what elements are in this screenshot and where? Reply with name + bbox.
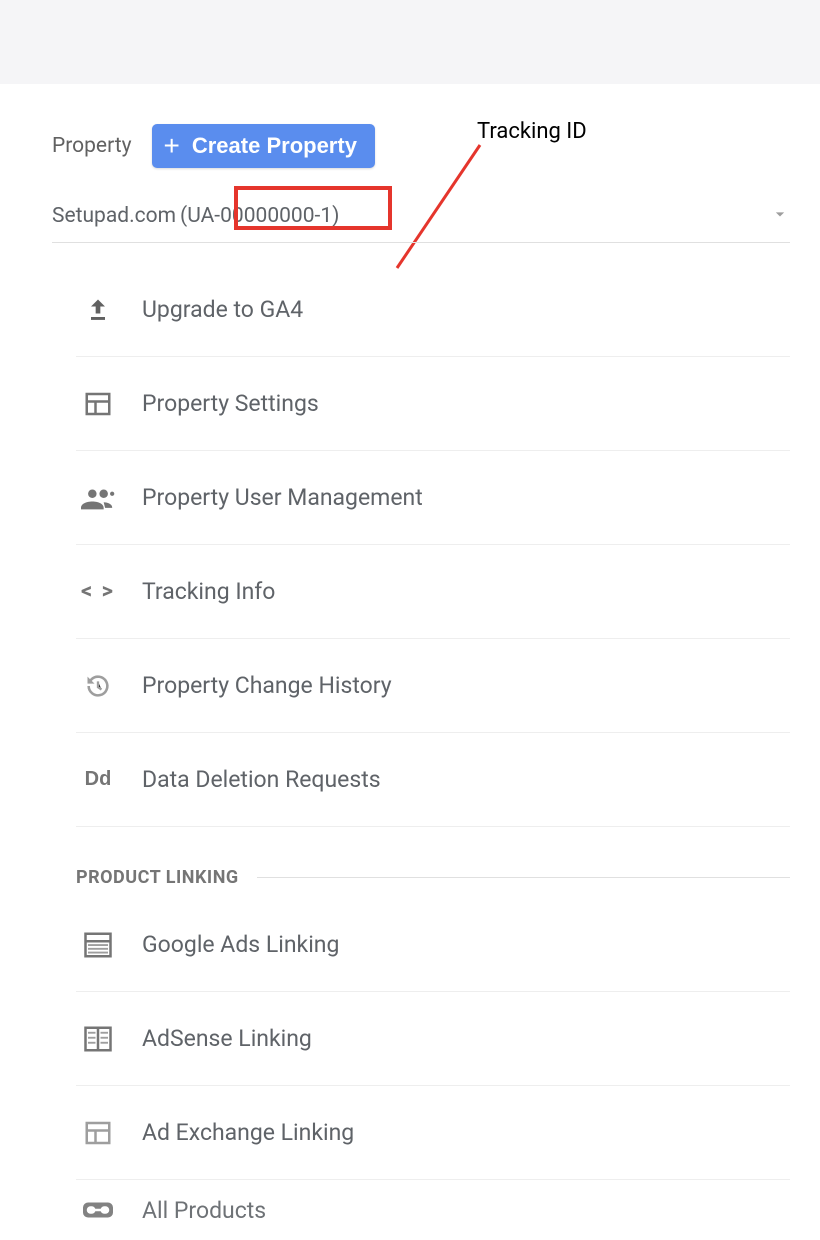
property-label: Property: [52, 134, 132, 158]
menu-tracking-info[interactable]: < > Tracking Info: [76, 545, 790, 639]
menu-adexchange-linking[interactable]: Ad Exchange Linking: [76, 1086, 790, 1180]
menu-label: Ad Exchange Linking: [142, 1119, 354, 1146]
menu-change-history[interactable]: Property Change History: [76, 639, 790, 733]
property-selector[interactable]: Setupad.com (UA-00000000-1): [52, 204, 790, 243]
plus-icon: +: [164, 132, 180, 160]
code-icon: < >: [76, 579, 120, 604]
menu-label: Tracking Info: [142, 578, 275, 605]
annotation-tracking-id-label: Tracking ID: [477, 119, 587, 144]
property-header: Property + Create Property Tracking ID: [52, 84, 790, 168]
menu-label: Data Deletion Requests: [142, 766, 381, 793]
top-bar: [0, 0, 820, 84]
section-title: PRODUCT LINKING: [76, 867, 239, 888]
section-divider: [257, 877, 790, 878]
menu-label: All Products: [142, 1197, 266, 1224]
menu-google-ads-linking[interactable]: Google Ads Linking: [76, 898, 790, 992]
property-menu: Upgrade to GA4 Property Settings Propert…: [52, 263, 790, 1240]
menu-label: Google Ads Linking: [142, 931, 339, 958]
menu-upgrade-ga4[interactable]: Upgrade to GA4: [76, 263, 790, 357]
menu-data-deletion[interactable]: Dd Data Deletion Requests: [76, 733, 790, 827]
adexchange-icon: [76, 1118, 120, 1148]
tracking-id-value: (UA-00000000-1): [180, 204, 339, 228]
link-icon: [76, 1199, 120, 1221]
adsense-icon: [76, 1025, 120, 1053]
menu-label: Property Change History: [142, 672, 392, 699]
site-name: Setupad.com: [52, 204, 176, 228]
upgrade-icon: [76, 296, 120, 324]
ads-icon: [76, 931, 120, 959]
menu-all-products[interactable]: All Products: [76, 1180, 790, 1240]
menu-label: Property Settings: [142, 390, 319, 417]
menu-adsense-linking[interactable]: AdSense Linking: [76, 992, 790, 1086]
dd-icon: Dd: [76, 768, 120, 791]
history-icon: [76, 672, 120, 700]
section-product-linking: PRODUCT LINKING: [76, 867, 790, 888]
menu-user-management[interactable]: Property User Management: [76, 451, 790, 545]
menu-label: AdSense Linking: [142, 1025, 312, 1052]
menu-label: Property User Management: [142, 484, 423, 511]
chevron-down-icon: [770, 204, 790, 228]
create-property-button[interactable]: + Create Property: [152, 124, 375, 168]
create-property-label: Create Property: [192, 133, 357, 159]
layout-icon: [76, 389, 120, 419]
menu-label: Upgrade to GA4: [142, 296, 303, 323]
menu-property-settings[interactable]: Property Settings: [76, 357, 790, 451]
users-icon: [76, 486, 120, 510]
